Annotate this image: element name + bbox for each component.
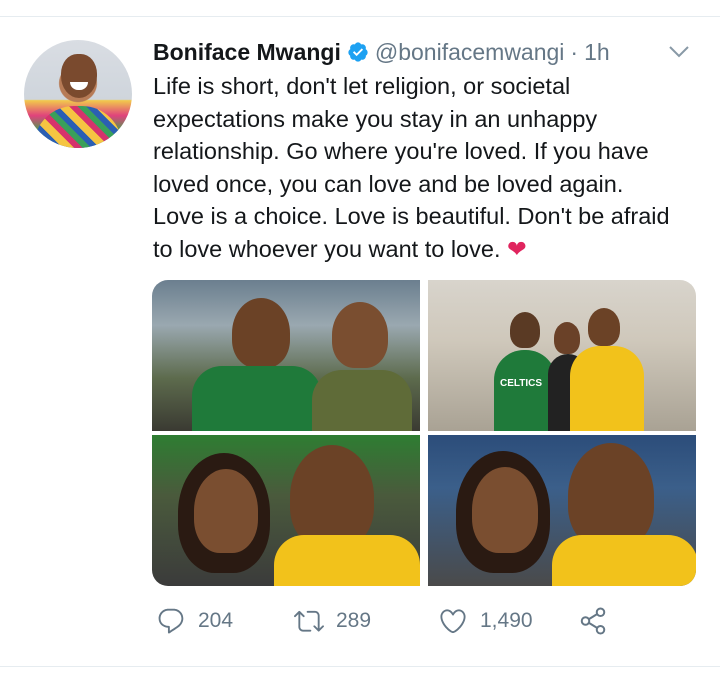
tweet-text-line: Love is a choice. Love is beautiful. Don…	[153, 203, 670, 229]
share-icon	[580, 607, 606, 635]
photo-4[interactable]	[428, 435, 696, 586]
photo-2[interactable]: CELTICS	[428, 280, 696, 431]
person-face	[568, 443, 654, 549]
handle[interactable]: @bonifacemwangi	[375, 39, 565, 66]
timestamp[interactable]: 1h	[584, 39, 610, 66]
photo-1[interactable]	[152, 280, 420, 431]
verified-badge-icon	[348, 42, 368, 62]
jersey-text: CELTICS	[500, 378, 543, 389]
tweet-text-line: loved once, you can love and be loved ag…	[153, 170, 624, 197]
separator: ·	[570, 38, 579, 65]
person-shirt	[570, 346, 644, 431]
person-face	[510, 312, 540, 348]
like-icon	[440, 609, 466, 634]
person-shirt	[312, 370, 412, 431]
person-face	[472, 467, 538, 553]
heart-emoji: ❤	[507, 235, 527, 262]
avatar-face	[61, 54, 97, 98]
tweet-header: Boniface Mwangi @bonifacemwangi · 1h	[153, 36, 610, 68]
display-name[interactable]: Boniface Mwangi	[153, 39, 341, 66]
retweet-icon	[294, 610, 324, 632]
reply-count: 204	[198, 609, 234, 632]
person-shirt	[494, 350, 556, 431]
person-face	[554, 322, 580, 354]
avatar-shirt	[34, 106, 122, 148]
person-shirt	[192, 366, 322, 431]
photo-3[interactable]	[152, 435, 420, 586]
person-face	[290, 445, 374, 549]
reply-icon	[158, 608, 184, 634]
person-face	[332, 302, 388, 368]
media-grid: CELTICS	[152, 280, 696, 586]
person-face	[232, 298, 290, 368]
action-bar: 204 289 1,490	[152, 606, 652, 646]
chevron-down-icon[interactable]	[667, 40, 691, 64]
tweet-text-line: expectations make you stay in an unhappy	[153, 105, 598, 132]
tweet-text: Life is short, don't let religion, or so…	[153, 70, 703, 265]
like-count: 1,490	[480, 609, 533, 632]
tweet-text-line: Life is short, don't let religion, or so…	[153, 73, 571, 99]
top-divider	[0, 16, 720, 17]
share-button[interactable]	[578, 606, 608, 636]
person-shirt	[274, 535, 420, 586]
person-shirt	[552, 535, 696, 586]
tweet-text-line: to love whoever you want to love.	[153, 235, 501, 262]
reply-button[interactable]: 204	[156, 606, 233, 636]
tweet-text-line: relationship. Go where you're loved. If …	[153, 138, 649, 164]
person-face	[194, 469, 258, 553]
retweet-count: 289	[336, 609, 372, 632]
retweet-button[interactable]: 289	[294, 606, 371, 636]
like-button[interactable]: 1,490	[438, 606, 533, 636]
person-face	[588, 308, 620, 346]
bottom-divider	[0, 666, 720, 667]
avatar[interactable]	[24, 40, 132, 148]
